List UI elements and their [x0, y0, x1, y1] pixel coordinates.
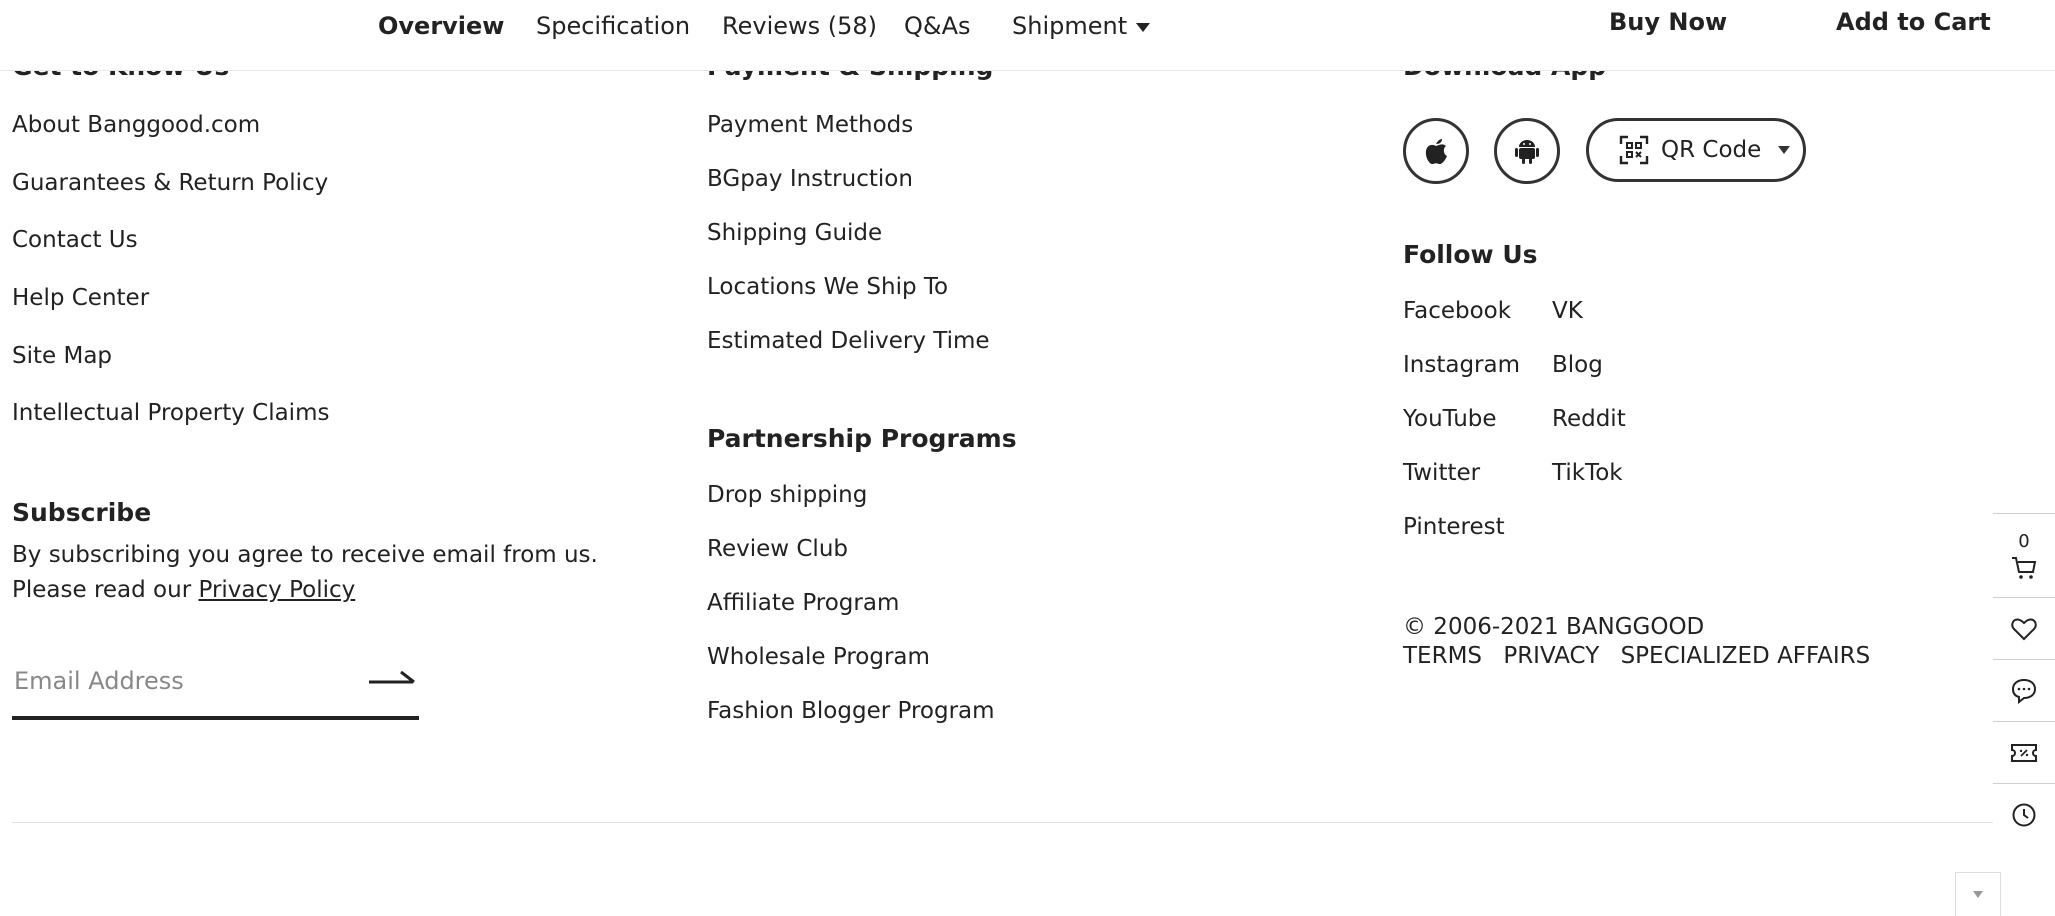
- link-ip-claims[interactable]: Intellectual Property Claims: [12, 400, 329, 426]
- tab-reviews[interactable]: Reviews (58): [722, 12, 877, 40]
- subscribe-text: By subscribing you agree to receive emai…: [12, 538, 612, 608]
- link-payment-methods[interactable]: Payment Methods: [707, 112, 913, 138]
- link-affiliate[interactable]: Affiliate Program: [707, 590, 899, 616]
- history-icon: [2012, 803, 2036, 826]
- link-wholesale[interactable]: Wholesale Program: [707, 644, 930, 670]
- link-contact[interactable]: Contact Us: [12, 227, 138, 253]
- link-terms[interactable]: TERMS: [1403, 643, 1482, 669]
- link-about[interactable]: About Banggood.com: [12, 112, 260, 138]
- legal-links: TERMS PRIVACY SPECIALIZED AFFAIRS: [1403, 643, 1870, 669]
- apple-icon: [1425, 139, 1447, 165]
- link-instagram[interactable]: Instagram: [1403, 352, 1520, 378]
- tab-specification[interactable]: Specification: [536, 12, 690, 40]
- link-pinterest[interactable]: Pinterest: [1403, 514, 1505, 540]
- ios-app-button[interactable]: [1403, 118, 1469, 184]
- product-sticky-nav: Overview Specification Reviews (58) Q&As…: [0, 0, 2055, 71]
- tab-shipment-label: Shipment: [1012, 12, 1128, 40]
- link-twitter[interactable]: Twitter: [1403, 460, 1480, 486]
- link-reddit[interactable]: Reddit: [1552, 406, 1626, 432]
- android-icon: [1515, 140, 1539, 164]
- link-tiktok[interactable]: TikTok: [1552, 460, 1623, 486]
- footer-divider: [12, 822, 1996, 823]
- floating-toolbar: 0: [1993, 513, 2055, 845]
- scroll-down-button[interactable]: [1955, 872, 2001, 916]
- add-to-cart-button[interactable]: Add to Cart: [1836, 8, 1991, 36]
- cart-count-badge: 0: [2018, 531, 2030, 552]
- link-fashion-blogger[interactable]: Fashion Blogger Program: [707, 698, 995, 724]
- android-app-button[interactable]: [1494, 118, 1560, 184]
- subscribe-line-2: Please read our Privacy Policy: [12, 573, 612, 608]
- chevron-down-icon: [1778, 146, 1791, 154]
- link-youtube[interactable]: YouTube: [1403, 406, 1497, 432]
- email-input[interactable]: [12, 658, 356, 704]
- sidebar-chat-button[interactable]: [1993, 659, 2055, 721]
- caret-down-icon: [1136, 22, 1151, 32]
- qr-code-label: QR Code: [1661, 137, 1762, 163]
- submit-arrow-icon[interactable]: [367, 662, 417, 698]
- link-blog[interactable]: Blog: [1552, 352, 1603, 378]
- sidebar-cart-button[interactable]: 0: [1993, 513, 2055, 597]
- chat-icon: [2011, 678, 2037, 704]
- tab-overview[interactable]: Overview: [378, 12, 504, 40]
- link-vk[interactable]: VK: [1552, 298, 1583, 324]
- link-drop-shipping[interactable]: Drop shipping: [707, 482, 867, 508]
- follow-us-heading: Follow Us: [1403, 240, 1538, 269]
- link-privacy[interactable]: PRIVACY: [1503, 643, 1599, 669]
- link-delivery-time[interactable]: Estimated Delivery Time: [707, 328, 990, 354]
- qr-code-dropdown[interactable]: QR Code: [1586, 118, 1806, 182]
- qr-scan-icon: [1619, 135, 1649, 165]
- link-shipping-guide[interactable]: Shipping Guide: [707, 220, 882, 246]
- sidebar-wishlist-button[interactable]: [1993, 597, 2055, 659]
- link-facebook[interactable]: Facebook: [1403, 298, 1511, 324]
- link-locations[interactable]: Locations We Ship To: [707, 274, 948, 300]
- link-specialized-affairs[interactable]: SPECIALIZED AFFAIRS: [1621, 643, 1871, 669]
- buy-now-button[interactable]: Buy Now: [1609, 8, 1727, 36]
- tab-shipment[interactable]: Shipment: [1012, 12, 1151, 40]
- email-subscribe-form: [12, 650, 419, 720]
- subscribe-heading: Subscribe: [12, 498, 152, 527]
- tab-qas[interactable]: Q&As: [904, 12, 971, 40]
- link-help-center[interactable]: Help Center: [12, 285, 149, 311]
- copyright-text: © 2006-2021 BANGGOOD: [1403, 614, 1705, 640]
- cart-icon: [2012, 557, 2037, 579]
- link-site-map[interactable]: Site Map: [12, 343, 112, 369]
- sidebar-history-button[interactable]: [1993, 783, 2055, 845]
- heart-icon: [2011, 617, 2037, 640]
- partnership-heading: Partnership Programs: [707, 424, 1017, 453]
- subscribe-line-1: By subscribing you agree to receive emai…: [12, 542, 598, 568]
- link-guarantees[interactable]: Guarantees & Return Policy: [12, 170, 328, 196]
- sidebar-coupon-button[interactable]: [1993, 721, 2055, 783]
- link-review-club[interactable]: Review Club: [707, 536, 848, 562]
- coupon-icon: [2011, 743, 2037, 762]
- link-bgpay[interactable]: BGpay Instruction: [707, 166, 913, 192]
- subscribe-line-2-prefix: Please read our: [12, 577, 199, 603]
- privacy-policy-link[interactable]: Privacy Policy: [198, 577, 355, 603]
- scroll-down-icon: [1973, 891, 1983, 898]
